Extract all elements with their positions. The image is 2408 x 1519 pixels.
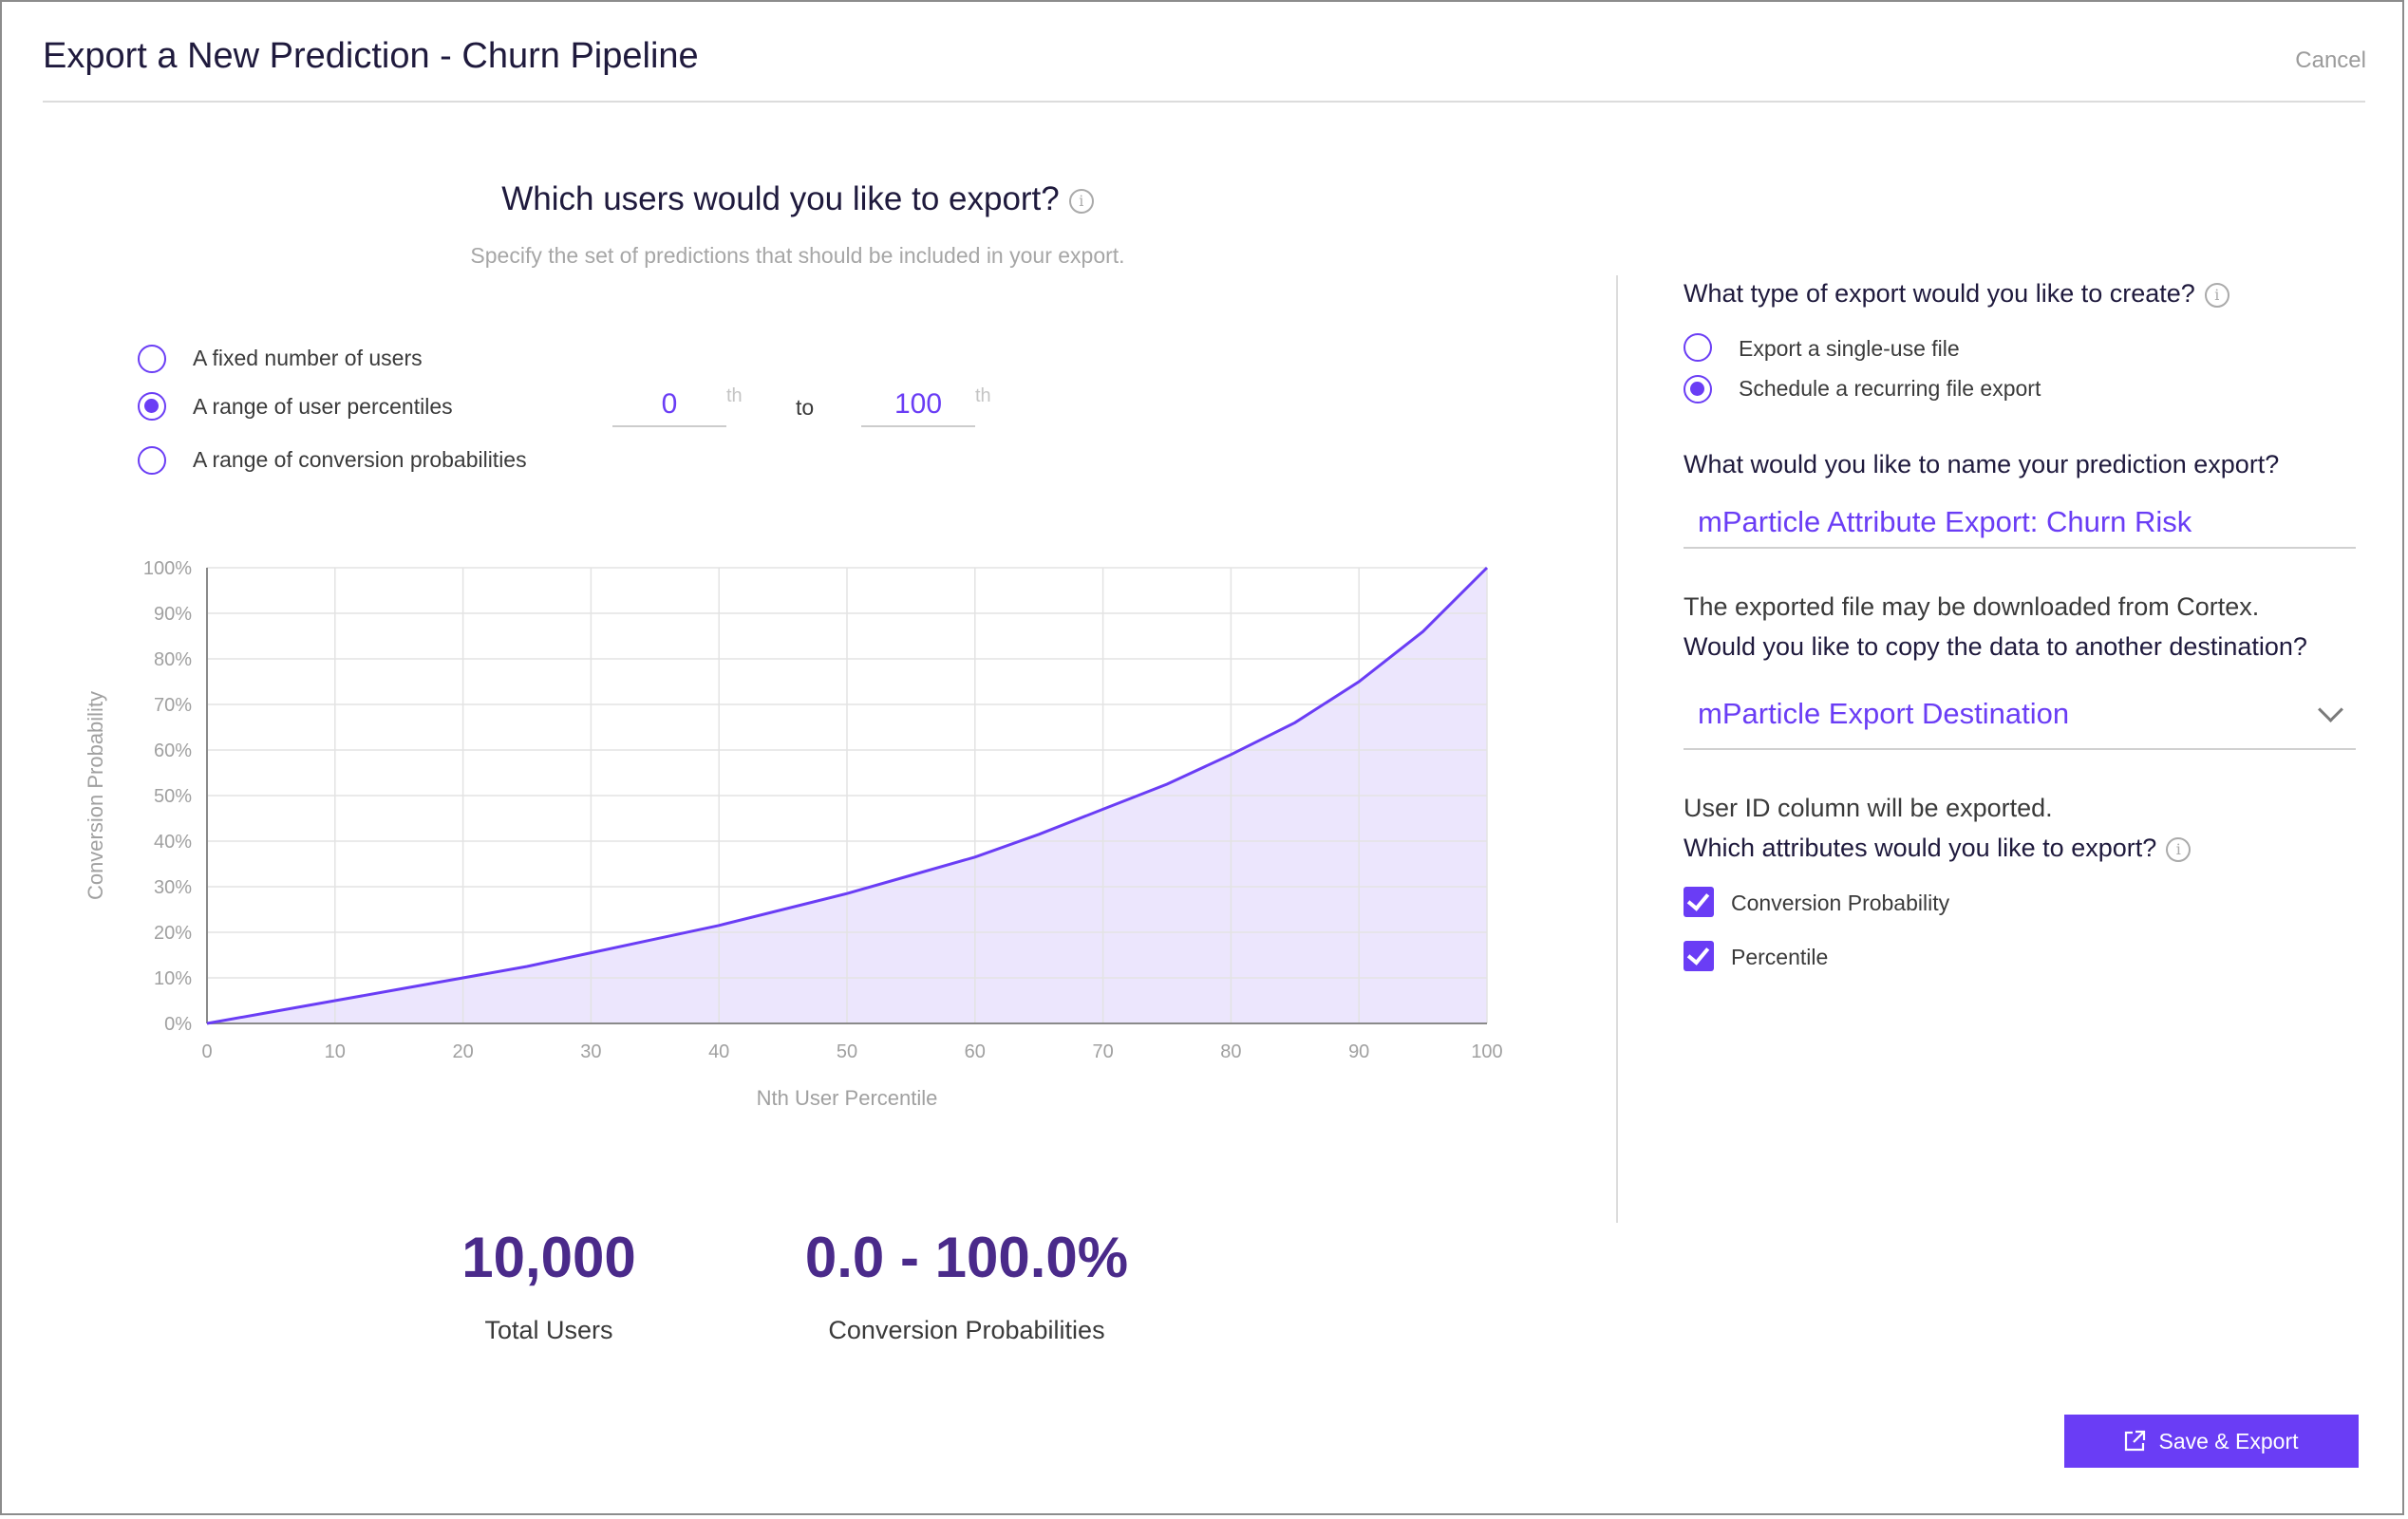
export-name-underline [1684, 547, 2356, 549]
checkbox-conversion-probability[interactable] [1684, 887, 1714, 917]
conversion-range-label: Conversion Probabilities [828, 1316, 1105, 1344]
header-divider [43, 101, 2365, 103]
radio-recurring[interactable] [1684, 375, 1712, 403]
chart-y-tick-label: 60% [154, 741, 192, 761]
destination-select[interactable]: mParticle Export Destination [1698, 697, 2069, 731]
conversion-chart: 0 10 20 30 40 50 60 70 80 90 100 0% 10% 20% 30% 40% 50% 6… [84, 558, 1503, 1110]
chart-y-tick-label: 20% [154, 923, 192, 944]
download-note: The exported file may be downloaded from… [1684, 592, 2260, 621]
users-question: Which users would you like to export? i [399, 180, 1196, 218]
radio-percentile-range[interactable] [138, 392, 166, 421]
info-icon[interactable]: i [2204, 282, 2229, 308]
name-question: What would you like to name your predict… [1684, 450, 2280, 478]
export-name-input[interactable]: mParticle Attribute Export: Churn Risk [1698, 505, 2192, 539]
attributes-question: Which attributes would you like to expor… [1684, 834, 2192, 863]
percentile-to-input[interactable]: 100 [861, 384, 975, 427]
info-icon[interactable]: i [2166, 836, 2192, 862]
chart-y-tick-label: 70% [154, 695, 192, 716]
chart-x-tick-label: 60 [965, 1041, 986, 1062]
chart-y-tick-label: 90% [154, 604, 192, 625]
range-to-label: to [796, 395, 815, 420]
conversion-range-value: 0.0 - 100.0% [804, 1226, 1129, 1289]
chart-y-tick-label: 10% [154, 968, 192, 989]
chart-x-tick-label: 10 [325, 1041, 346, 1062]
save-export-button[interactable]: Save & Export [2064, 1415, 2359, 1468]
chart-y-tick-label: 50% [154, 786, 192, 807]
chart-x-tick-label: 20 [452, 1041, 473, 1062]
radio-single-use[interactable] [1684, 333, 1712, 362]
export-type-question-text: What type of export would you like to cr… [1684, 279, 2195, 308]
page-title: Export a New Prediction - Churn Pipeline [43, 36, 699, 76]
save-export-label: Save & Export [2158, 1428, 2299, 1453]
chart-x-tick-label: 80 [1220, 1041, 1241, 1062]
users-question-text: Which users would you like to export? [501, 180, 1060, 217]
chart-y-axis-label: Conversion Probability [84, 691, 107, 900]
option-label-percentile-range: A range of user percentiles [193, 394, 453, 419]
chart-x-tick-label: 50 [837, 1041, 857, 1062]
option-label-probability-range: A range of conversion probabilities [193, 447, 527, 472]
user-id-note: User ID column will be exported. [1684, 794, 2053, 822]
chart-y-tick-label: 0% [164, 1014, 192, 1035]
chart-x-tick-label: 100 [1471, 1041, 1502, 1062]
percentile-to-suffix: th [975, 385, 991, 406]
checkbox-percentile[interactable] [1684, 941, 1714, 971]
cancel-button[interactable]: Cancel [2295, 47, 2366, 74]
chart-x-tick-label: 90 [1348, 1041, 1369, 1062]
destination-underline [1684, 748, 2356, 750]
attributes-question-text: Which attributes would you like to expor… [1684, 834, 2157, 862]
radio-fixed-number[interactable] [138, 345, 166, 373]
chart-y-tick-label: 100% [143, 558, 192, 579]
info-icon[interactable]: i [1068, 188, 1094, 214]
column-divider [1616, 275, 1618, 1223]
chart-x-tick-label: 0 [201, 1041, 212, 1062]
percentile-from-input[interactable]: 0 [612, 384, 726, 427]
users-subtitle: Specify the set of predictions that shou… [470, 243, 1125, 268]
chart-y-tick-label: 40% [154, 832, 192, 853]
attribute-label-percentile: Percentile [1731, 945, 1829, 969]
option-label-recurring: Schedule a recurring file export [1739, 376, 2041, 401]
radio-probability-range[interactable] [138, 446, 166, 475]
total-users-value: 10,000 [461, 1226, 636, 1289]
chart-x-tick-label: 40 [708, 1041, 729, 1062]
chart-x-tick-label: 30 [580, 1041, 601, 1062]
attribute-label-conversion-probability: Conversion Probability [1731, 891, 1950, 915]
chart-x-tick-label: 70 [1092, 1041, 1113, 1062]
total-users-label: Total Users [484, 1316, 613, 1344]
export-type-question: What type of export would you like to cr… [1684, 279, 2229, 309]
chart-y-tick-label: 80% [154, 649, 192, 670]
percentile-from-suffix: th [726, 385, 743, 406]
option-label-single-use: Export a single-use file [1739, 336, 1960, 361]
chart-y-tick-label: 30% [154, 877, 192, 898]
destination-question: Would you like to copy the data to anoth… [1684, 632, 2307, 661]
chart-x-axis-label: Nth User Percentile [757, 1086, 938, 1110]
external-link-icon [2124, 1430, 2146, 1452]
option-label-fixed-number: A fixed number of users [193, 346, 423, 370]
